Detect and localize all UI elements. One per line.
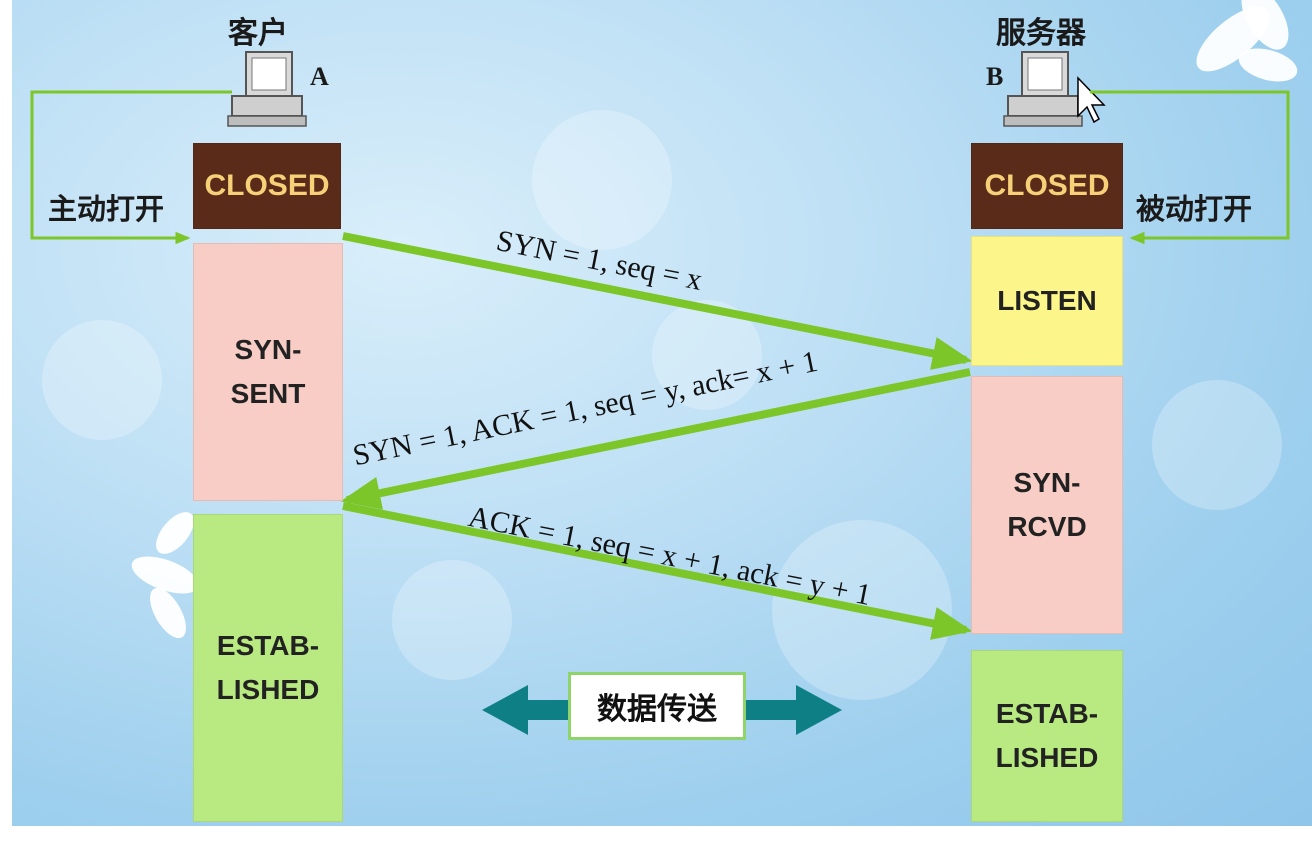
bokeh-circle (392, 560, 512, 680)
client-state-closed: CLOSED (193, 143, 341, 229)
client-state-established: ESTAB- LISHED (193, 514, 343, 822)
client-letter: A (310, 62, 329, 91)
client-state-syn-sent-label: SYN- SENT (230, 334, 306, 409)
server-state-established-label: ESTAB- LISHED (995, 698, 1099, 773)
bokeh-circle (532, 110, 672, 250)
bokeh-circle (42, 320, 162, 440)
server-state-listen-label: LISTEN (997, 285, 1097, 316)
server-state-closed-label: CLOSED (984, 169, 1110, 202)
server-title: 服务器 (996, 17, 1086, 50)
client-action-label: 主动打开 (48, 194, 165, 226)
server-state-listen: LISTEN (971, 236, 1123, 366)
client-state-established-label: ESTAB- LISHED (216, 630, 320, 705)
server-action-label: 被动打开 (1136, 194, 1253, 226)
client-title: 客户 (228, 17, 288, 50)
server-state-syn-rcvd-label: SYN- RCVD (1007, 467, 1087, 542)
server-letter: B (986, 62, 1004, 91)
server-state-established: ESTAB- LISHED (971, 650, 1123, 822)
server-state-closed: CLOSED (971, 143, 1123, 229)
client-state-syn-sent: SYN- SENT (193, 243, 343, 501)
bokeh-circle (1152, 380, 1282, 510)
bottom-margin (0, 826, 1312, 856)
client-state-closed-label: CLOSED (204, 169, 330, 202)
server-state-syn-rcvd: SYN- RCVD (971, 376, 1123, 634)
tcp-handshake-diagram: 客户 服务器 A B 主动打开 被动打开 CLOSED SYN- SENT ES… (0, 0, 1312, 856)
data-transfer-label: 数据传送 (568, 672, 746, 740)
